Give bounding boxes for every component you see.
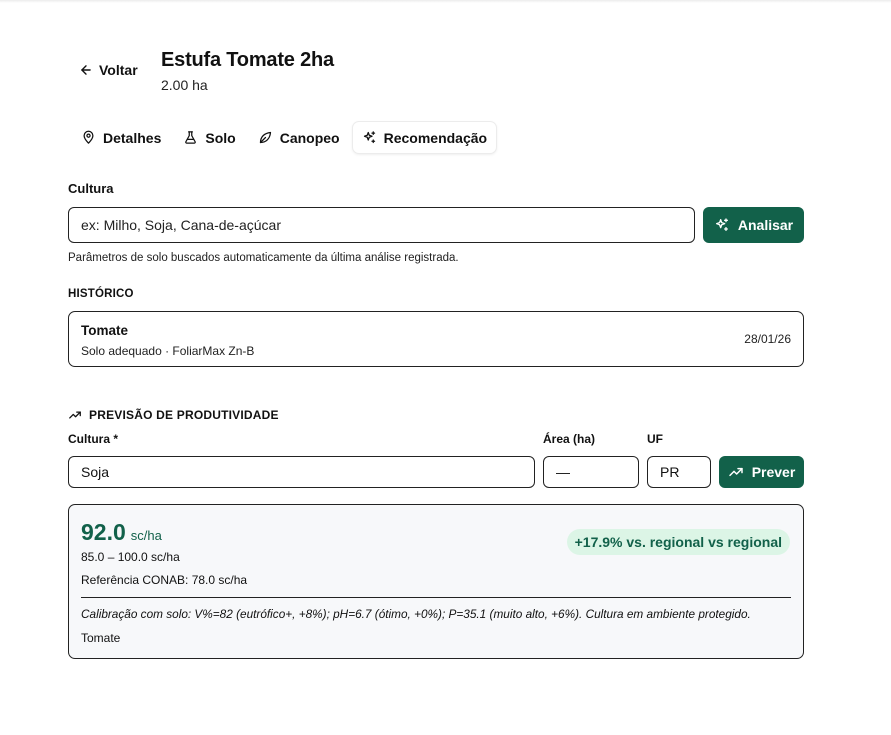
- tab-label: Recomendação: [383, 129, 488, 146]
- previsao-heading: PREVISÃO DE PRODUTIVIDADE: [68, 408, 279, 422]
- arrow-left-icon: [81, 65, 91, 75]
- tab-solo[interactable]: Solo: [174, 122, 244, 153]
- trending-up-icon: [728, 467, 743, 477]
- history-description: Solo adequado · FoliarMax Zn-B: [81, 344, 255, 358]
- analisar-button[interactable]: Analisar: [703, 207, 804, 243]
- uf-field-label: UF: [647, 432, 663, 446]
- uf-input[interactable]: [647, 456, 711, 488]
- historico-heading: HISTÓRICO: [68, 288, 134, 300]
- result-crop: Tomate: [81, 631, 121, 645]
- map-pin-icon: [83, 130, 94, 144]
- tab-label: Detalhes: [103, 129, 162, 146]
- yield-value: 92.0: [81, 519, 126, 545]
- trending-up-icon: [69, 411, 81, 419]
- tab-bar: Detalhes Solo Canopeo Recomendação: [72, 122, 497, 153]
- sparkles-icon: [363, 131, 375, 144]
- back-label: Voltar: [99, 62, 138, 78]
- cultura-input[interactable]: [68, 207, 695, 243]
- history-date: 28/01/26: [744, 332, 791, 346]
- history-crop: Tomate: [81, 323, 129, 338]
- tab-detalhes[interactable]: Detalhes: [72, 122, 170, 153]
- page-title: Estufa Tomate 2ha: [161, 49, 334, 71]
- area-input[interactable]: [543, 456, 639, 488]
- tab-label: Canopeo: [279, 129, 340, 146]
- conab-reference: Referência CONAB: 78.0 sc/ha: [81, 573, 248, 587]
- crop-input[interactable]: [68, 456, 535, 488]
- cultura-label: Cultura: [68, 181, 114, 196]
- area-field-label: Área (ha): [543, 432, 596, 446]
- regional-comparison-badge: +17.9% vs. regional vs regional: [566, 529, 790, 555]
- top-shadow: [0, 0, 891, 3]
- flask-icon: [185, 131, 197, 144]
- yield-range: 85.0 – 100.0 sc/ha: [81, 550, 180, 564]
- analisar-label: Analisar: [737, 217, 794, 233]
- prever-label: Prever: [751, 464, 796, 480]
- previsao-title: PREVISÃO DE PRODUTIVIDADE: [89, 408, 279, 422]
- yield-unit: sc/ha: [130, 528, 162, 543]
- yield-display: 92.0 sc/ha: [81, 519, 162, 546]
- sparkles-icon: [715, 218, 728, 231]
- soil-hint: Parâmetros de solo buscados automaticame…: [68, 252, 459, 264]
- prediction-result-card: 92.0 sc/ha 85.0 – 100.0 sc/ha Referência…: [68, 504, 804, 659]
- leaf-icon: [259, 131, 271, 144]
- tab-canopeo[interactable]: Canopeo: [249, 122, 349, 153]
- prever-button[interactable]: Prever: [719, 456, 804, 488]
- calibration-note: Calibração com solo: V%=82 (eutrófico+, …: [81, 607, 751, 621]
- back-button[interactable]: Voltar: [79, 62, 138, 78]
- crop-field-label: Cultura *: [68, 432, 119, 446]
- tab-recomendacao[interactable]: Recomendação: [352, 122, 497, 153]
- tab-label: Solo: [205, 129, 236, 146]
- history-item[interactable]: Tomate Solo adequado · FoliarMax Zn-B 28…: [68, 311, 804, 367]
- divider: [81, 597, 791, 598]
- area-subtitle: 2.00 ha: [161, 77, 208, 93]
